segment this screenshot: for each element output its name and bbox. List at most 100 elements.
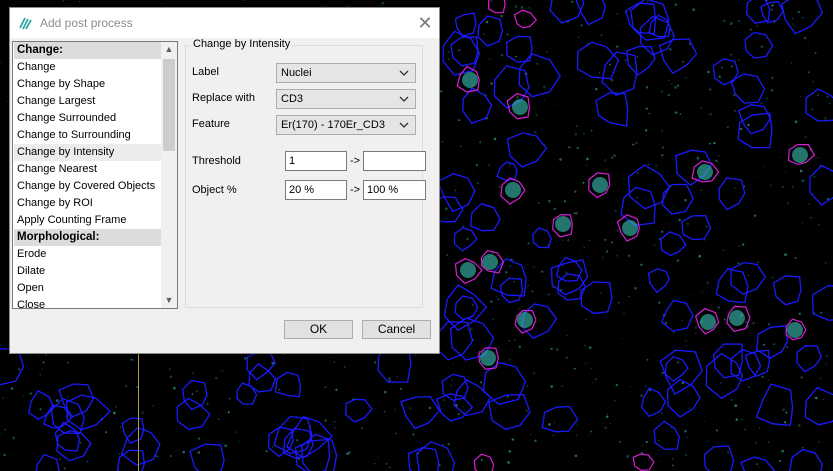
- noise-speck: [493, 137, 497, 141]
- noise-speck: [676, 259, 680, 262]
- label-dropdown[interactable]: Nuclei: [276, 63, 416, 83]
- list-item[interactable]: Change: [14, 59, 162, 76]
- bright-cell: [697, 164, 713, 180]
- list-item[interactable]: Change Surrounded: [14, 110, 162, 127]
- bright-cell: [622, 220, 638, 236]
- cell-outline: [653, 420, 680, 451]
- list-scrollbar[interactable]: ▲ ▼: [161, 42, 177, 308]
- noise-speck: [495, 296, 497, 298]
- noise-speck: [333, 421, 336, 424]
- noise-speck: [812, 225, 815, 227]
- replace-with-dropdown[interactable]: CD3: [276, 89, 416, 109]
- ok-button[interactable]: OK: [284, 320, 353, 339]
- close-icon[interactable]: ✕: [414, 12, 436, 34]
- noise-speck: [523, 266, 526, 269]
- noise-speck: [527, 242, 530, 245]
- noise-speck: [485, 20, 489, 24]
- object-percent-from-input[interactable]: 20 %: [285, 180, 347, 200]
- list-item[interactable]: Change by Shape: [14, 76, 162, 93]
- label-dropdown-value: Nuclei: [281, 67, 312, 79]
- noise-speck: [442, 399, 445, 402]
- noise-speck: [399, 387, 403, 391]
- cell-outline: [625, 45, 656, 76]
- list-item[interactable]: Change by Covered Objects: [14, 178, 162, 195]
- cell-outline: [796, 345, 823, 373]
- noise-speck: [605, 415, 609, 418]
- noise-speck: [661, 129, 663, 132]
- noise-speck: [626, 455, 630, 458]
- cell-outline: [477, 15, 504, 47]
- object-percent-to-input[interactable]: 100 %: [363, 180, 426, 200]
- noise-speck: [511, 438, 515, 441]
- noise-speck: [39, 408, 42, 411]
- list-item[interactable]: Erode: [14, 246, 162, 263]
- noise-speck: [141, 411, 144, 414]
- cell-outline: [469, 202, 501, 232]
- noise-speck: [629, 386, 631, 388]
- list-item[interactable]: Close: [14, 297, 162, 308]
- noise-speck: [700, 189, 703, 192]
- noise-speck: [595, 87, 598, 91]
- title-bar[interactable]: Add post process ✕: [10, 8, 439, 38]
- list-item[interactable]: Change to Surrounding: [14, 127, 162, 144]
- feature-dropdown[interactable]: Er(170) - 170Er_CD3: [276, 115, 416, 135]
- noise-speck: [29, 392, 33, 395]
- noise-speck: [771, 76, 774, 80]
- list-item[interactable]: Dilate: [14, 263, 162, 280]
- noise-speck: [792, 17, 794, 19]
- noise-speck: [700, 107, 702, 110]
- noise-speck: [606, 412, 609, 415]
- noise-speck: [758, 426, 761, 429]
- noise-speck: [483, 447, 486, 449]
- noise-speck: [3, 453, 6, 457]
- noise-speck: [547, 293, 550, 296]
- noise-speck: [794, 26, 796, 28]
- noise-speck: [113, 411, 116, 415]
- noise-speck: [528, 6, 531, 9]
- noise-speck: [466, 329, 469, 331]
- noise-speck: [653, 244, 656, 247]
- noise-speck: [634, 287, 637, 290]
- noise-speck: [458, 119, 461, 122]
- cell-outline: [541, 405, 579, 433]
- noise-speck: [447, 51, 450, 54]
- noise-speck: [803, 36, 807, 40]
- list-item[interactable]: Change Nearest: [14, 161, 162, 178]
- noise-speck: [604, 426, 607, 429]
- scroll-down-icon[interactable]: ▼: [161, 293, 177, 308]
- list-item[interactable]: Apply Counting Frame: [14, 212, 162, 229]
- cell-outline: [647, 268, 670, 294]
- noise-speck: [762, 178, 764, 180]
- noise-speck: [661, 412, 663, 414]
- noise-speck: [783, 420, 787, 424]
- noise-speck: [760, 45, 763, 48]
- noise-speck: [575, 287, 577, 289]
- threshold-to-input[interactable]: [363, 151, 426, 171]
- noise-speck: [684, 198, 687, 202]
- post-process-list[interactable]: Change: Change Change by Shape Change Large…: [12, 41, 178, 309]
- noise-speck: [477, 182, 479, 184]
- noise-speck: [588, 239, 591, 241]
- noise-speck: [175, 449, 177, 452]
- list-item[interactable]: Change by ROI: [14, 195, 162, 212]
- noise-speck: [801, 16, 804, 19]
- noise-speck: [4, 78, 6, 80]
- scroll-thumb[interactable]: [163, 59, 175, 151]
- noise-speck: [676, 84, 680, 88]
- list-item[interactable]: Open: [14, 280, 162, 297]
- scroll-up-icon[interactable]: ▲: [161, 42, 177, 57]
- noise-speck: [480, 381, 483, 384]
- list-item[interactable]: Change by Intensity: [14, 144, 162, 161]
- noise-speck: [778, 459, 782, 463]
- noise-speck: [820, 377, 822, 380]
- cancel-button[interactable]: Cancel: [362, 320, 431, 339]
- noise-speck: [668, 47, 672, 51]
- noise-speck: [786, 346, 789, 348]
- noise-speck: [490, 0, 493, 2]
- cell-outline: [804, 386, 833, 426]
- noise-speck: [784, 171, 786, 172]
- threshold-from-input[interactable]: 1: [285, 151, 347, 171]
- noise-speck: [59, 458, 61, 460]
- list-item[interactable]: Change Largest: [14, 93, 162, 110]
- noise-speck: [505, 271, 508, 274]
